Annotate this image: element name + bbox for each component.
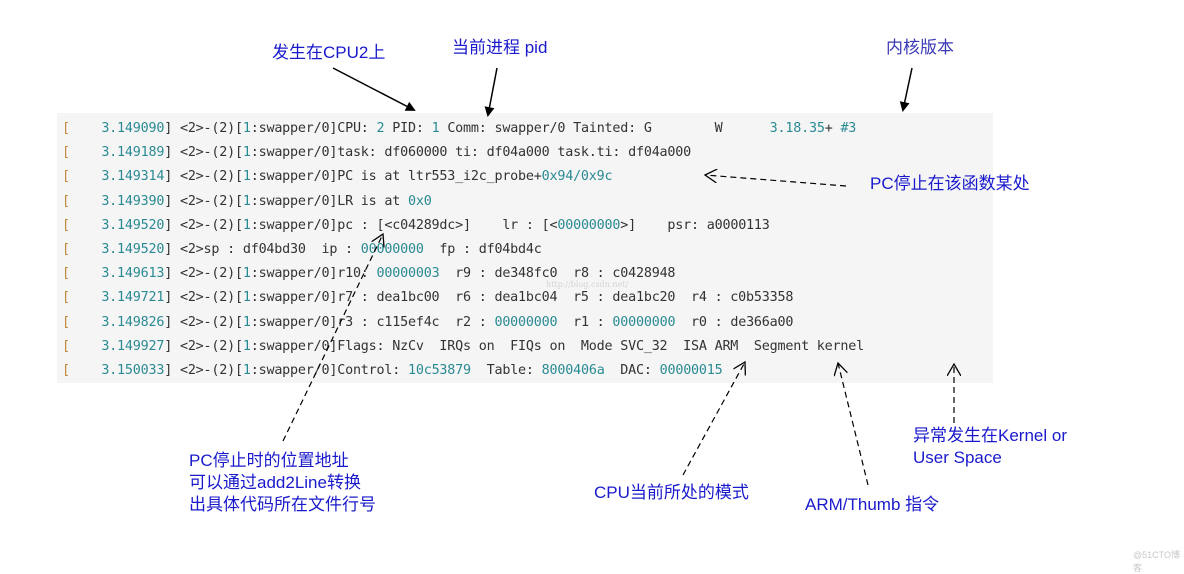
annotation-pid: 当前进程 pid	[452, 38, 548, 57]
annotation-cpu-mode: CPU当前所处的模式	[594, 483, 749, 502]
annotation-kernel-version: 内核版本	[886, 38, 954, 57]
annotation-pc-address-3: 出具体代码所在文件行号	[189, 495, 376, 514]
arrow-pc-addr	[282, 234, 383, 442]
arrow-kernel-version	[899, 67, 913, 112]
annotation-segment-2: User Space	[913, 448, 1002, 467]
arrow-isa	[838, 363, 869, 486]
annotation-pc-function: PC停止在该函数某处	[870, 174, 1030, 193]
arrow-cpu-mode	[682, 362, 745, 476]
annotation-cpu: 发生在CPU2上	[272, 43, 386, 62]
annotation-pc-address-2: 可以通过add2Line转换	[189, 473, 361, 492]
annotation-segment-1: 异常发生在Kernel or	[913, 426, 1067, 445]
arrow-pid	[484, 67, 498, 117]
arrow-cpu	[332, 67, 416, 111]
corner-watermark: @51CTO博客	[1133, 550, 1180, 573]
annotation-pc-address-1: PC停止时的位置地址	[189, 451, 349, 470]
annotation-arrows	[282, 67, 1184, 486]
annotation-isa: ARM/Thumb 指令	[805, 495, 940, 514]
arrow-pc-func	[705, 175, 847, 187]
